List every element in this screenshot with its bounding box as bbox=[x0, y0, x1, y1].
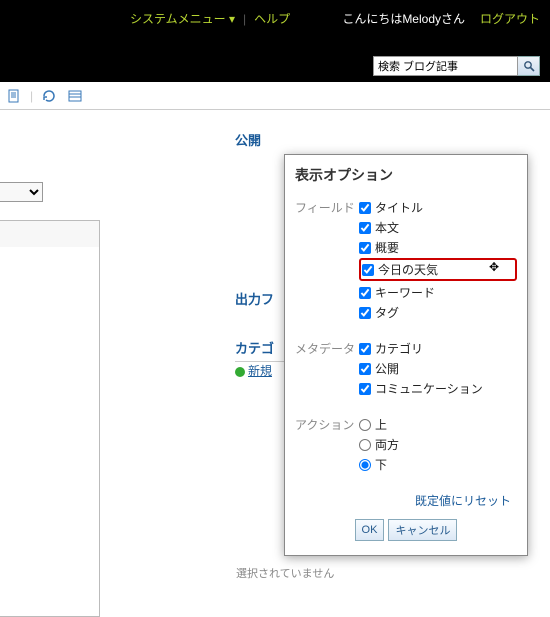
checkbox-communication[interactable]: コミュニケーション bbox=[359, 380, 517, 397]
ok-button[interactable]: OK bbox=[355, 519, 385, 541]
chevron-down-icon: ▾ bbox=[229, 12, 235, 26]
field-group-label: フィールド bbox=[295, 199, 359, 216]
list-icon[interactable] bbox=[65, 87, 85, 105]
search-input[interactable] bbox=[373, 56, 518, 76]
separator: | bbox=[243, 12, 246, 26]
cancel-button[interactable]: キャンセル bbox=[388, 519, 457, 541]
help-link[interactable]: ヘルプ bbox=[254, 10, 290, 27]
secondary-toolbar: | bbox=[0, 82, 550, 110]
checkbox-category[interactable]: カテゴリ bbox=[359, 340, 517, 357]
reset-defaults-link[interactable]: 既定値にリセット bbox=[415, 494, 511, 508]
metadata-group-label: メタデータ bbox=[295, 340, 359, 357]
checkbox-tag[interactable]: タグ bbox=[359, 304, 517, 321]
editor-toolbar: ≡ A ‹A› bbox=[0, 220, 100, 248]
checkbox-title[interactable]: タイトル bbox=[359, 199, 517, 216]
radio-both[interactable]: 両方 bbox=[359, 436, 517, 453]
editor-body[interactable] bbox=[0, 247, 100, 617]
separator: | bbox=[30, 89, 33, 103]
document-icon[interactable] bbox=[4, 87, 24, 105]
new-link[interactable]: 新規 bbox=[235, 362, 272, 379]
radio-bottom[interactable]: 下 bbox=[359, 456, 517, 473]
checkbox-keyword[interactable]: キーワード bbox=[359, 284, 517, 301]
top-bar: システムメニュー ▾ | ヘルプ こんにちはMelodyさん ログアウト bbox=[0, 0, 550, 82]
greeting-text: こんにちはMelodyさん bbox=[342, 10, 465, 27]
search-icon bbox=[523, 60, 535, 72]
publish-heading: 公開 bbox=[235, 130, 305, 149]
search-button[interactable] bbox=[518, 56, 540, 76]
radio-top[interactable]: 上 bbox=[359, 416, 517, 433]
system-menu-link[interactable]: システムメニュー ▾ bbox=[130, 10, 235, 27]
dialog-title: 表示オプション bbox=[295, 165, 517, 185]
refresh-icon[interactable] bbox=[39, 87, 59, 105]
logout-link[interactable]: ログアウト bbox=[480, 10, 540, 27]
none-selected-text: 選択されていません bbox=[236, 565, 334, 581]
checkbox-todays-weather[interactable]: 今日の天気 bbox=[359, 258, 517, 281]
checkbox-summary[interactable]: 概要 bbox=[359, 239, 517, 256]
format-select[interactable]: リッチテキスト bbox=[0, 182, 43, 202]
checkbox-body[interactable]: 本文 bbox=[359, 219, 517, 236]
action-group-label: アクション bbox=[295, 416, 359, 433]
checkbox-publish[interactable]: 公開 bbox=[359, 360, 517, 377]
display-options-dialog: 表示オプション フィールド タイトル 本文 概要 今日の天気 キーワード タグ … bbox=[284, 154, 528, 556]
